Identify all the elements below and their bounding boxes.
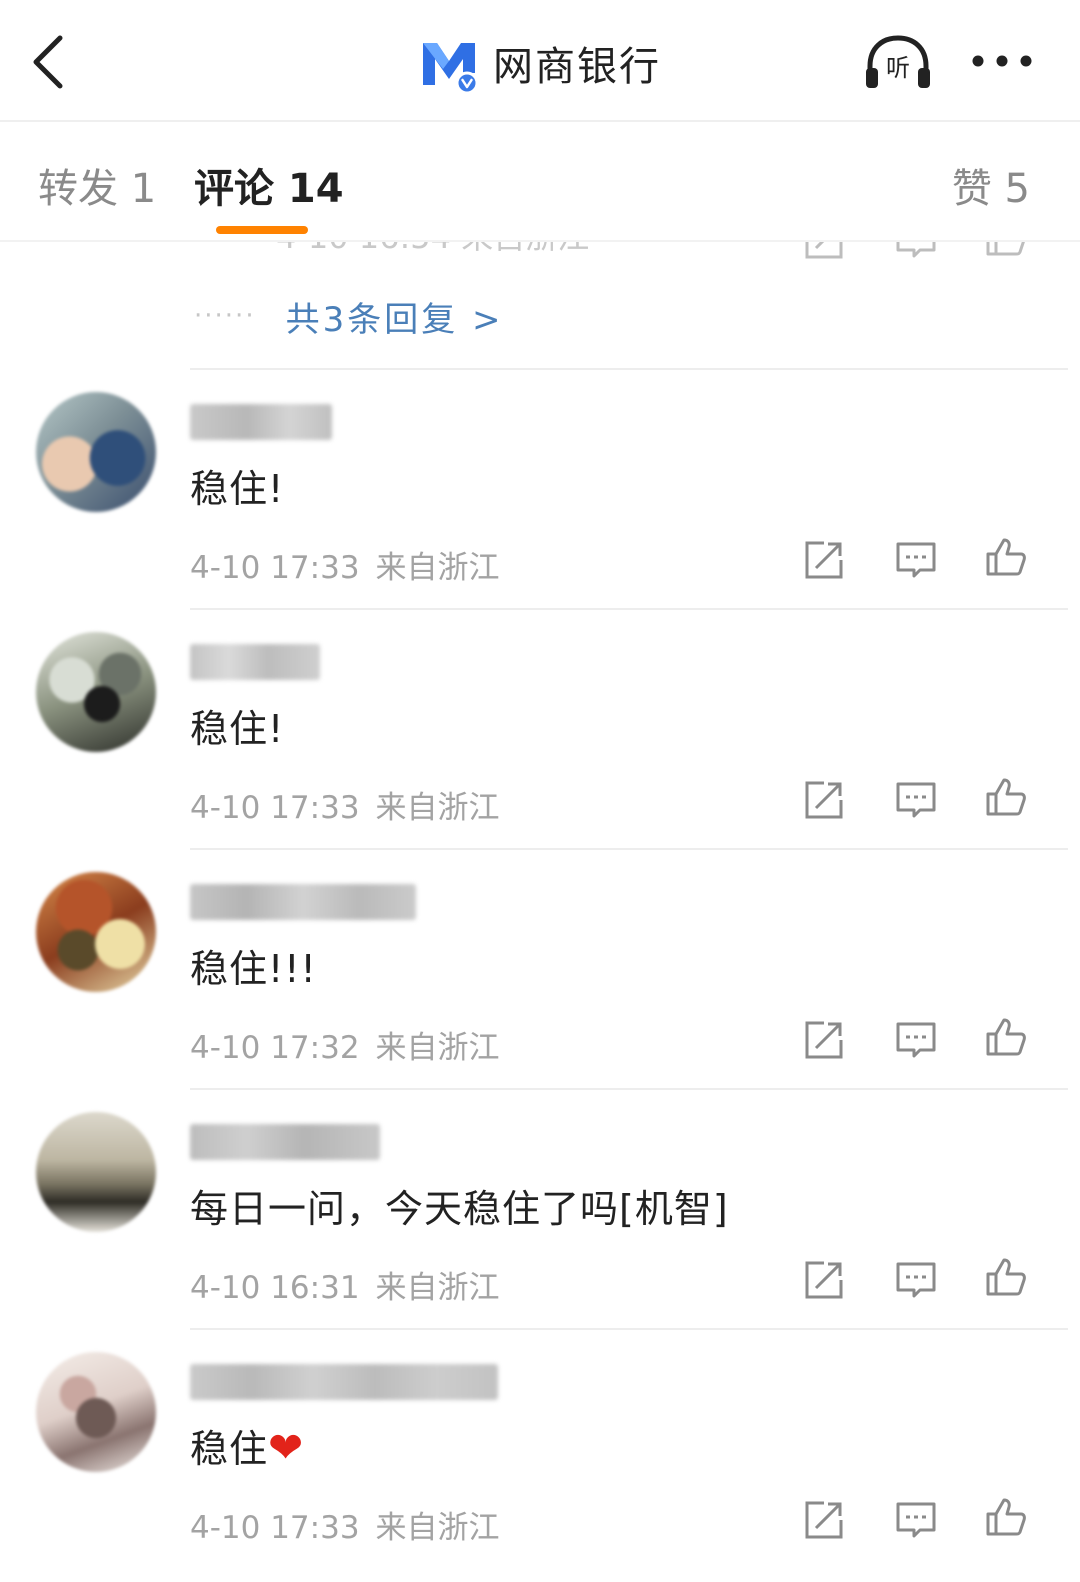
comment-time: 4-10 17:33 [190, 1510, 360, 1546]
comment-item: 稳住! 4-10 17:33 来自浙江 [0, 610, 1080, 850]
listen-button[interactable]: 听 [862, 30, 934, 94]
tab-forward[interactable]: 转发 1 [38, 156, 156, 214]
comment-meta: 4-10 17:33 来自浙江 [190, 782, 500, 827]
comment-icon[interactable] [894, 778, 938, 822]
thumbs-up-icon[interactable] [984, 1254, 1028, 1298]
avatar[interactable] [36, 632, 156, 752]
share-icon[interactable] [802, 1498, 846, 1542]
share-icon[interactable] [802, 1258, 846, 1302]
thumbs-up-icon[interactable] [984, 1014, 1028, 1058]
svg-text:听: 听 [886, 54, 910, 82]
comment-list[interactable]: 4-10 16:54 来自浙江 ······ 共3条回复 > 稳住! 4-10 … [0, 242, 1080, 1582]
active-tab-indicator [216, 226, 308, 234]
comment-location: 来自浙江 [375, 1270, 500, 1306]
comment-location: 来自浙江 [375, 1510, 500, 1546]
comment-icon[interactable] [894, 538, 938, 582]
thumbs-up-icon[interactable] [984, 242, 1028, 258]
comment-text: 稳住! [190, 467, 285, 511]
comment-text: 稳住! [190, 707, 285, 751]
brand-logo [419, 33, 479, 95]
comment-text: 稳住!!! [190, 947, 317, 991]
username-blurred[interactable] [190, 644, 320, 680]
replies-count-text: 共3条回复 > [285, 299, 504, 340]
share-icon[interactable] [802, 538, 846, 582]
comment-time: 4-10 17:33 [190, 550, 360, 586]
share-icon[interactable] [802, 242, 846, 262]
comment-item: 每日一问，今天稳住了吗[机智] 4-10 16:31 来自浙江 [0, 1090, 1080, 1330]
avatar[interactable] [36, 1352, 156, 1472]
comment-icon[interactable] [894, 1498, 938, 1542]
comment-item: 稳住!!! 4-10 17:32 来自浙江 [0, 850, 1080, 1090]
avatar[interactable] [36, 1112, 156, 1232]
comment-meta: 4-10 17:33 来自浙江 [190, 542, 500, 587]
thumbs-up-icon[interactable] [984, 1494, 1028, 1538]
comment-location: 来自浙江 [375, 790, 500, 826]
comment-time: 4-10 17:33 [190, 790, 360, 826]
comment-text: 稳住❤ [190, 1418, 304, 1473]
replies-dots: ······ [194, 301, 256, 331]
comment-item: 稳住❤ 4-10 17:33 来自浙江 [0, 1330, 1080, 1570]
thumbs-up-icon[interactable] [984, 774, 1028, 818]
comment-meta: 4-10 16:31 来自浙江 [190, 1262, 500, 1307]
username-blurred[interactable] [190, 1124, 380, 1160]
more-dots-icon [972, 55, 1032, 67]
avatar[interactable] [36, 872, 156, 992]
avatar[interactable] [36, 392, 156, 512]
comment-body: 稳住 [190, 1427, 269, 1471]
comment-meta: 4-10 17:33 来自浙江 [190, 1502, 500, 1547]
comment-location: 来自浙江 [375, 550, 500, 586]
comment-location: 来自浙江 [375, 1030, 500, 1066]
more-button[interactable] [966, 36, 1038, 86]
share-icon[interactable] [802, 778, 846, 822]
account-name: 网商银行 [493, 44, 661, 90]
username-blurred[interactable] [190, 884, 416, 920]
comment-icon[interactable] [894, 1018, 938, 1062]
comment-time: 4-10 16:31 [190, 1270, 360, 1306]
thumbs-up-icon[interactable] [984, 534, 1028, 578]
username-blurred[interactable] [190, 404, 332, 440]
comment-time: 4-10 17:32 [190, 1030, 360, 1066]
tab-likes[interactable]: 赞 5 [952, 156, 1030, 214]
tab-bar: 转发 1 评论 14 赞 5 [0, 124, 1080, 242]
username-blurred[interactable] [190, 1364, 498, 1400]
view-replies-link[interactable]: ······ 共3条回复 > [194, 294, 504, 340]
top-bar: 网商银行 听 [0, 0, 1080, 122]
tab-comments[interactable]: 评论 14 [194, 156, 344, 214]
comment-icon[interactable] [894, 1258, 938, 1302]
comment-meta: 4-10 17:32 来自浙江 [190, 1022, 500, 1067]
comment-icon[interactable] [894, 242, 938, 262]
headphones-icon: 听 [866, 35, 930, 88]
comment-text: 每日一问，今天稳住了吗[机智] [190, 1187, 729, 1231]
share-icon[interactable] [802, 1018, 846, 1062]
heart-icon: ❤ [268, 1423, 305, 1472]
comment-item: 稳住! 4-10 17:33 来自浙江 [0, 370, 1080, 610]
